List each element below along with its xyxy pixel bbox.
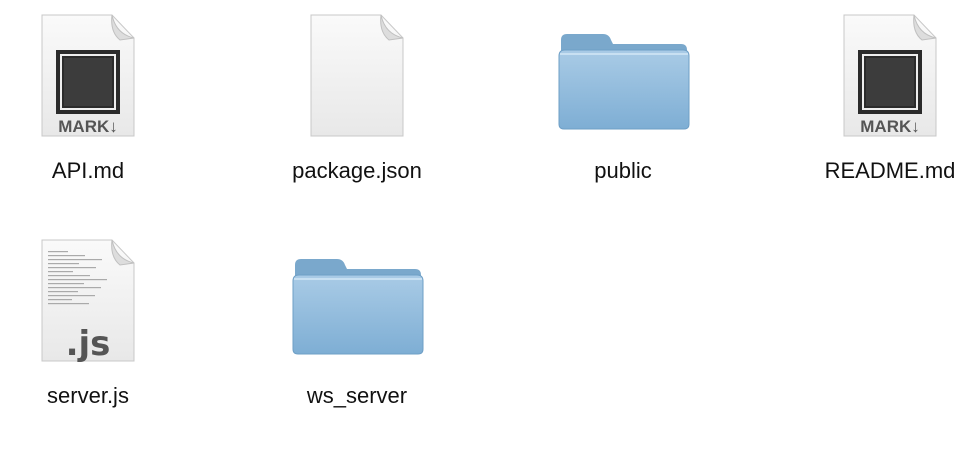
javascript-file-icon[interactable]: .js [0, 237, 178, 364]
file-name[interactable]: package.json [267, 158, 447, 184]
folder-icon[interactable] [533, 12, 713, 137]
file-name[interactable]: server.js [0, 383, 178, 409]
file-name[interactable]: public [533, 158, 713, 184]
file-name[interactable]: ws_server [267, 383, 447, 409]
markdown-file-icon[interactable]: MARK↓ [800, 12, 980, 137]
document-icon[interactable] [267, 12, 447, 137]
file-name[interactable]: API.md [0, 158, 178, 184]
file-name[interactable]: README.md [800, 158, 980, 184]
svg-text:.js: .js [66, 324, 111, 362]
svg-text:MARK↓: MARK↓ [860, 117, 920, 136]
folder-icon[interactable] [267, 237, 447, 362]
markdown-file-icon[interactable]: MARK↓ [0, 12, 178, 137]
svg-text:MARK↓: MARK↓ [58, 117, 118, 136]
